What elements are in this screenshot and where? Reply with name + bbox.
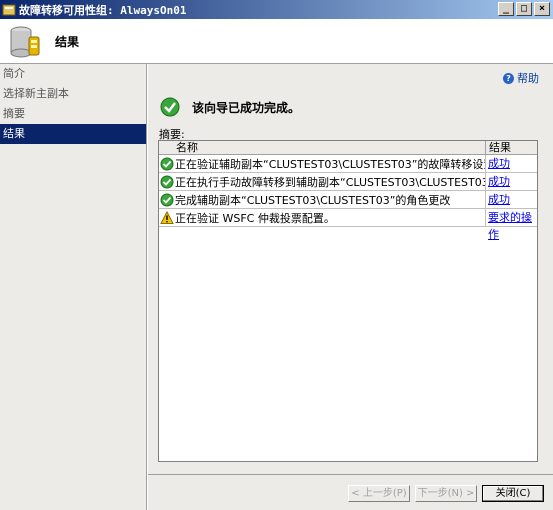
help-icon: ? <box>503 72 514 84</box>
row-name: 正在执行手动故障转移到辅助副本“CLUSTEST03\CLUSTEST03” <box>175 175 486 189</box>
table-header: 名称 结果 <box>159 141 537 155</box>
sidebar: 简介 选择新主副本 摘要 结果 <box>0 64 147 510</box>
close-button[interactable]: 关闭(C) <box>482 485 544 502</box>
results-table: 名称 结果 正在验证辅助副本“CLUSTEST03\CLUSTEST03”的故障… <box>158 140 538 462</box>
success-check-icon <box>160 193 174 207</box>
sidebar-item-select-primary[interactable]: 选择新主副本 <box>0 84 146 104</box>
row-name: 完成辅助副本“CLUSTEST03\CLUSTEST03”的角色更改 <box>175 193 451 207</box>
table-row: 正在执行手动故障转移到辅助副本“CLUSTEST03\CLUSTEST03” 成… <box>159 173 537 191</box>
help-link[interactable]: ? 帮助 <box>503 70 539 86</box>
success-banner: 该向导已成功完成。 <box>160 97 300 117</box>
table-row: 完成辅助副本“CLUSTEST03\CLUSTEST03”的角色更改 成功 <box>159 191 537 209</box>
close-window-button[interactable]: × <box>534 2 550 16</box>
next-button[interactable]: 下一步(N) > <box>415 485 477 502</box>
success-message: 该向导已成功完成。 <box>192 100 301 115</box>
maximize-button[interactable]: □ <box>516 2 532 16</box>
row-name: 正在验证辅助副本“CLUSTEST03\CLUSTEST03”的故障转移设置 <box>175 157 486 171</box>
previous-button[interactable]: < 上一步(P) <box>348 485 410 502</box>
table-row: 正在验证 WSFC 仲裁投票配置。 要求的操作 <box>159 209 537 241</box>
button-bar: < 上一步(P) 下一步(N) > 关闭(C) <box>148 474 553 510</box>
result-link[interactable]: 成功 <box>488 193 510 206</box>
page-title: 结果 <box>55 35 80 49</box>
result-link[interactable]: 成功 <box>488 175 510 188</box>
row-name: 正在验证 WSFC 仲裁投票配置。 <box>175 211 335 225</box>
success-check-icon <box>160 97 180 117</box>
sidebar-item-results[interactable]: 结果 <box>0 124 146 144</box>
minimize-button[interactable]: _ <box>498 2 514 16</box>
sidebar-item-summary[interactable]: 摘要 <box>0 104 146 124</box>
table-row: 正在验证辅助副本“CLUSTEST03\CLUSTEST03”的故障转移设置 成… <box>159 155 537 173</box>
success-check-icon <box>160 157 174 171</box>
page-header: 结果 <box>0 19 553 64</box>
result-link[interactable]: 成功 <box>488 157 510 170</box>
column-header-result[interactable]: 结果 <box>486 141 537 154</box>
title-bar: 故障转移可用性组: AlwaysOn01 _ □ × <box>0 0 553 19</box>
window-title: 故障转移可用性组: AlwaysOn01 <box>19 3 187 17</box>
main-panel: ? 帮助 该向导已成功完成。 摘要: 名称 结果 正在验证辅助副本“CLUSTE… <box>148 64 553 474</box>
success-check-icon <box>160 175 174 189</box>
result-link[interactable]: 要求的操作 <box>488 211 532 241</box>
app-icon <box>2 3 16 17</box>
sidebar-item-intro[interactable]: 简介 <box>0 64 146 84</box>
help-label: 帮助 <box>517 72 539 85</box>
warning-icon <box>160 210 174 225</box>
database-icon <box>8 23 42 59</box>
column-header-name[interactable]: 名称 <box>159 141 486 154</box>
